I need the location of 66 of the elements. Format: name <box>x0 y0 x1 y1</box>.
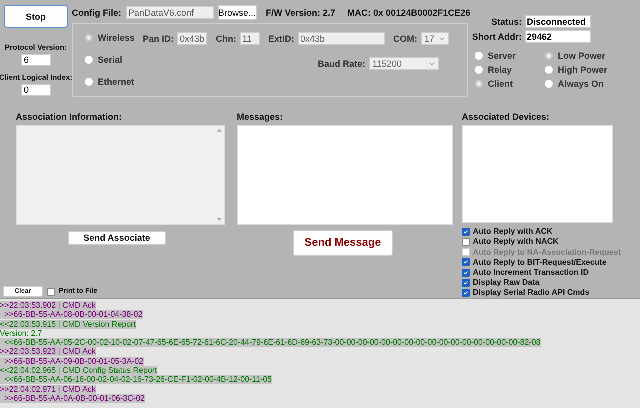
checkbox-label: Auto Reply with NACK <box>473 237 559 246</box>
checkbox[interactable] <box>47 288 55 296</box>
radio-button[interactable] <box>545 80 553 88</box>
send-associate-button[interactable]: Send Associate <box>68 231 166 245</box>
radio-label: Serial <box>98 55 123 65</box>
checkbox-label: Auto Reply to BIT-Request/Execute <box>473 258 607 267</box>
log-line: Version: 2.7 <box>0 328 42 338</box>
ext-id-field[interactable]: 0x43b <box>298 32 385 45</box>
mac-address-text: MAC: 0x 00124B0002F1CE26 <box>348 8 471 18</box>
association-information-box[interactable] <box>16 125 225 225</box>
checkbox-label: Display Raw Data <box>473 278 540 288</box>
status-label: Status: <box>491 16 522 26</box>
checkbox[interactable] <box>462 228 470 236</box>
radio-label: Relay <box>488 65 512 75</box>
channel-field[interactable]: 11 <box>240 32 260 45</box>
com-label: COM: <box>394 34 418 44</box>
send-message-button[interactable]: Send Message <box>293 230 393 256</box>
checkbox-label: Auto Reply with ACK <box>473 227 553 236</box>
messages-label: Messages: <box>237 112 284 122</box>
radio-label: Server <box>488 51 516 61</box>
channel-label: Chn: <box>216 34 237 44</box>
radio-button[interactable] <box>85 56 93 64</box>
checkbox[interactable] <box>462 268 470 277</box>
radio-button[interactable] <box>85 34 93 42</box>
radio-label: High Power <box>558 65 608 75</box>
radio-label: Client <box>488 79 514 89</box>
messages-box[interactable] <box>237 125 453 225</box>
radio-button[interactable] <box>545 66 553 74</box>
protocol-version-field[interactable]: 6 <box>21 54 51 66</box>
checkbox[interactable] <box>462 258 470 266</box>
checkbox-label: Auto Increment Transaction ID <box>473 268 590 278</box>
association-information-label: Association Information: <box>16 112 124 122</box>
ext-id-label: ExtID: <box>268 34 295 44</box>
scrollbar-drawing[interactable] <box>215 126 224 224</box>
config-file-label: Config File: <box>72 8 122 18</box>
com-dropdown[interactable]: 17 <box>420 32 449 45</box>
stop-button[interactable]: Stop <box>4 5 68 28</box>
radio-label: Wireless <box>98 33 135 43</box>
baud-rate-label: Baud Rate: <box>318 58 366 68</box>
checkbox[interactable] <box>462 278 470 287</box>
associated-devices-label: Associated Devices: <box>462 112 551 122</box>
radio-button[interactable] <box>475 80 483 88</box>
radio-button[interactable] <box>85 78 93 86</box>
short-address-label: Short Addr: <box>472 32 522 42</box>
radio-button[interactable] <box>475 52 483 60</box>
client-logical-index-field[interactable]: 0 <box>21 84 51 96</box>
short-address-field[interactable]: 29462 <box>525 30 591 43</box>
pan-id-label: Pan ID: <box>143 34 174 44</box>
radio-label: Low Power <box>558 51 606 61</box>
config-file-field[interactable]: PanDataV6.conf <box>126 6 214 19</box>
associated-devices-box[interactable] <box>462 125 613 223</box>
checkbox-label: Display Serial Radio API Cmds <box>473 288 590 298</box>
radio-button[interactable] <box>475 66 483 74</box>
radio-label: Ethernet <box>98 77 135 87</box>
browse-button[interactable]: Browse... <box>218 5 258 20</box>
radio-label: Always On <box>558 79 604 89</box>
chevron-icon <box>428 62 435 66</box>
checkbox[interactable] <box>462 288 470 297</box>
pan-id-field[interactable]: 0x43b <box>177 32 208 45</box>
radio-button[interactable] <box>545 52 553 60</box>
checkbox-label: Auto Reply to NA-Association-Request <box>473 248 622 257</box>
baud-rate-dropdown[interactable]: 115200 <box>368 57 439 70</box>
firmware-version-text: F/W Version: 2.7 <box>266 8 336 18</box>
status-field[interactable]: Disconnected <box>525 15 591 28</box>
checkbox[interactable] <box>462 238 470 246</box>
chevron-icon <box>438 36 445 40</box>
